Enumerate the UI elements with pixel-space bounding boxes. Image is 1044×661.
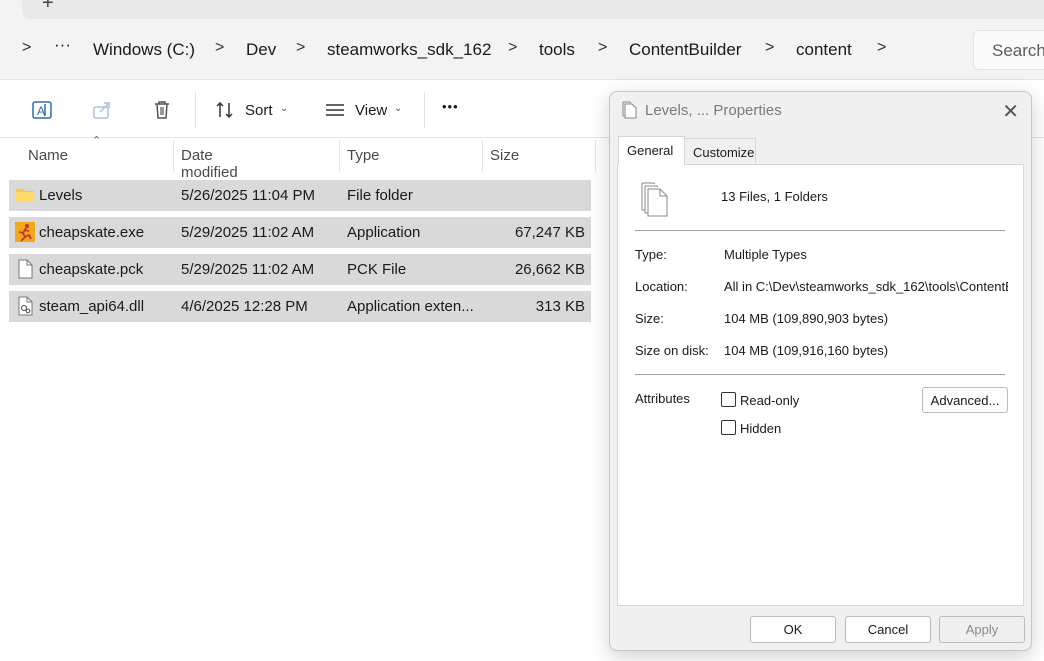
chevron-down-icon[interactable]: ⌄	[280, 103, 288, 114]
advanced-button[interactable]: Advanced...	[922, 387, 1008, 413]
selection-summary: 13 Files, 1 Folders	[721, 189, 828, 204]
file-date: 5/26/2025 11:04 PM	[181, 187, 315, 204]
command-separator	[424, 92, 425, 128]
rename-icon[interactable]: A	[30, 98, 54, 122]
file-row[interactable]: steam_api64.dll 4/6/2025 12:28 PM Applic…	[9, 291, 591, 322]
tab-remnant	[22, 0, 1044, 19]
type-label: Type:	[635, 247, 667, 262]
apply-button[interactable]: Apply	[939, 616, 1025, 643]
command-separator	[195, 92, 196, 128]
location-label: Location:	[635, 279, 688, 294]
breadcrumb-item-contentbuilder[interactable]: ContentBuilder	[629, 40, 741, 60]
breadcrumb-separator-icon[interactable]: >	[508, 39, 517, 57]
multiple-files-icon	[641, 182, 668, 217]
chevron-down-icon[interactable]: ⌄	[394, 103, 402, 114]
file-name: steam_api64.dll	[39, 298, 145, 315]
address-bar: > ··· Windows (C:) > Dev > steamworks_sd…	[0, 20, 1044, 80]
file-name: cheapskate.exe	[39, 224, 145, 241]
properties-dialog: Levels, ... Properties ✕ General Customi…	[609, 91, 1032, 651]
app-icon	[15, 222, 35, 242]
breadcrumb-item-drive[interactable]: Windows (C:)	[93, 40, 195, 60]
share-icon[interactable]	[90, 98, 114, 122]
cancel-button[interactable]: Cancel	[845, 616, 931, 643]
hidden-label[interactable]: Hidden	[740, 421, 781, 436]
sort-ascending-icon: ⌃	[92, 135, 102, 147]
attributes-label: Attributes	[635, 391, 690, 406]
file-name: Levels	[39, 187, 83, 204]
size-on-disk-label: Size on disk:	[635, 343, 709, 358]
file-row[interactable]: cheapskate.exe 5/29/2025 11:02 AM Applic…	[9, 217, 591, 248]
general-panel: 13 Files, 1 Folders Type: Multiple Types…	[617, 164, 1024, 606]
svg-text:A: A	[37, 104, 45, 118]
divider	[635, 230, 1005, 231]
file-type: Application exten...	[347, 298, 474, 315]
file-date: 5/29/2025 11:02 AM	[181, 224, 315, 241]
file-date: 5/29/2025 11:02 AM	[181, 261, 315, 278]
breadcrumb-item-content[interactable]: content	[796, 40, 852, 60]
file-row[interactable]: cheapskate.pck 5/29/2025 11:02 AM PCK Fi…	[9, 254, 591, 285]
breadcrumb-separator-icon[interactable]: >	[296, 39, 305, 57]
file-type: Application	[347, 224, 421, 241]
view-icon[interactable]	[323, 98, 347, 122]
file-size: 26,662 KB	[514, 261, 585, 278]
more-options-icon[interactable]: •••	[442, 99, 459, 114]
column-separator[interactable]	[173, 140, 174, 172]
file-icon	[18, 259, 33, 279]
breadcrumb-separator-icon[interactable]: >	[598, 39, 607, 57]
column-separator[interactable]	[482, 140, 483, 172]
divider	[635, 374, 1005, 375]
column-separator[interactable]	[339, 140, 340, 172]
new-tab-icon[interactable]: +	[42, 0, 54, 15]
expand-chevron-icon[interactable]: >	[22, 39, 31, 57]
file-type: PCK File	[347, 261, 407, 278]
size-label: Size:	[635, 311, 664, 326]
size-value: 104 MB (109,890,903 bytes)	[724, 311, 889, 326]
sort-icon[interactable]	[213, 98, 237, 122]
search-box[interactable]: Search	[973, 30, 1044, 70]
tab-strip: +	[0, 0, 1044, 20]
close-icon[interactable]: ✕	[1002, 99, 1019, 124]
readonly-label[interactable]: Read-only	[740, 393, 799, 408]
readonly-checkbox[interactable]	[721, 392, 736, 407]
breadcrumb-separator-icon[interactable]: >	[877, 39, 886, 57]
tab-general[interactable]: General	[618, 136, 685, 165]
dll-icon	[18, 296, 33, 316]
breadcrumb-separator-icon[interactable]: >	[765, 39, 774, 57]
type-value: Multiple Types	[724, 247, 807, 262]
file-size: 67,247 KB	[514, 224, 585, 241]
document-icon	[622, 101, 637, 119]
sort-button[interactable]: Sort	[245, 102, 273, 119]
delete-icon[interactable]	[150, 98, 174, 122]
size-on-disk-value: 104 MB (109,916,160 bytes)	[724, 343, 889, 358]
view-button[interactable]: View	[355, 102, 387, 119]
breadcrumb-separator-icon[interactable]: >	[215, 39, 224, 57]
location-value: All in C:\Dev\steamworks_sdk_162\tools\C…	[724, 279, 1008, 294]
file-date: 4/6/2025 12:28 PM	[181, 298, 308, 315]
ok-button[interactable]: OK	[750, 616, 836, 643]
file-type: File folder	[347, 187, 413, 204]
file-size: 313 KB	[535, 298, 585, 315]
dialog-title: Levels, ... Properties	[645, 102, 782, 119]
hidden-checkbox[interactable]	[721, 420, 736, 435]
folder-icon	[16, 189, 34, 202]
breadcrumb-item-tools[interactable]: tools	[539, 40, 575, 60]
breadcrumb-item-dev[interactable]: Dev	[246, 40, 276, 60]
search-placeholder: Search	[992, 41, 1044, 60]
tab-customize[interactable]: Customize	[684, 138, 756, 164]
breadcrumb-item-sdk[interactable]: steamworks_sdk_162	[327, 40, 491, 60]
file-row[interactable]: Levels 5/26/2025 11:04 PM File folder	[9, 180, 591, 211]
column-separator[interactable]	[595, 140, 596, 172]
file-name: cheapskate.pck	[39, 261, 144, 278]
breadcrumb-more-icon[interactable]: ···	[54, 35, 71, 55]
